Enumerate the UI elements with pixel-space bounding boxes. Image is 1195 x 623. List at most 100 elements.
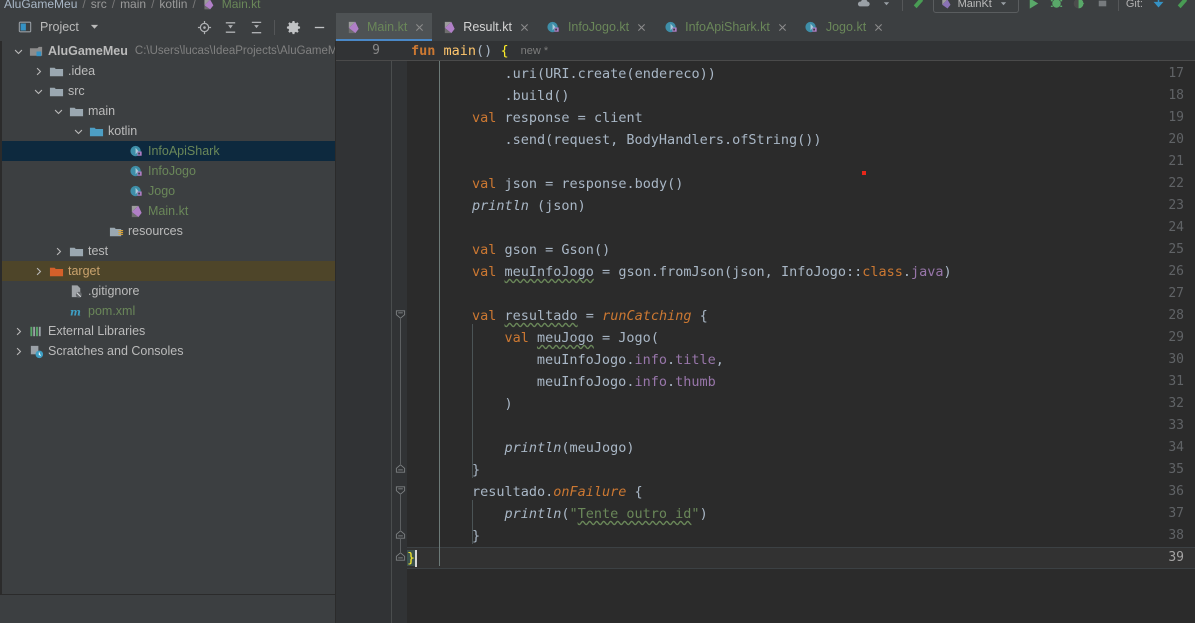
code-line[interactable]: .build() xyxy=(504,85,569,107)
tree-item-label: AluGameMeu xyxy=(48,44,128,58)
git-label: Git: xyxy=(1125,0,1143,10)
editor-tab-jogo-kt[interactable]: Jogo.kt xyxy=(795,13,891,41)
error-stripe-marker[interactable] xyxy=(862,171,866,175)
chevron-right-icon[interactable] xyxy=(33,66,44,77)
tree-item-label: .gitignore xyxy=(88,284,140,298)
chevron-down-icon[interactable] xyxy=(73,126,84,137)
code-line[interactable]: val meuJogo = Jogo( xyxy=(504,327,659,349)
editor-tab-infoapishark-kt[interactable]: InfoApiShark.kt xyxy=(654,13,795,41)
tree-item-jogo[interactable]: Jogo xyxy=(0,181,335,201)
tree-item-gitignore[interactable]: .gitignore xyxy=(0,281,335,301)
tree-item-pom-xml[interactable]: m pom.xml xyxy=(0,301,335,321)
tree-item-infojogo[interactable]: InfoJogo xyxy=(0,161,335,181)
run-config-icon xyxy=(938,0,954,12)
code-line[interactable]: } xyxy=(472,525,480,547)
sticky-scroll-header[interactable]: 9 fun main() { new * xyxy=(336,41,1195,61)
code-line[interactable]: .uri(URI.create(endereco)) xyxy=(504,63,715,85)
breadcrumb[interactable]: AluGameMeu / src / main / kotlin / Main.… xyxy=(4,0,260,12)
close-icon[interactable] xyxy=(874,21,883,34)
tree-item-idea[interactable]: .idea xyxy=(0,61,335,81)
code-line[interactable]: meuInfoJogo.info.title, xyxy=(537,349,724,371)
tree-item-infoapishark[interactable]: InfoApiShark xyxy=(0,141,335,161)
tree-item-main[interactable]: main xyxy=(0,101,335,121)
code-line[interactable]: ) xyxy=(504,393,512,415)
close-icon[interactable] xyxy=(520,21,529,34)
close-icon[interactable] xyxy=(415,21,424,34)
fold-marker-strip[interactable] xyxy=(392,60,407,623)
chevron-down-icon[interactable] xyxy=(33,86,44,97)
sticky-line-code: fun main() { xyxy=(411,42,509,59)
collapse-all-icon[interactable] xyxy=(248,19,264,35)
close-icon[interactable] xyxy=(778,21,787,34)
breadcrumb-segment-project[interactable]: AluGameMeu xyxy=(4,0,77,11)
breadcrumb-segment-src[interactable]: src xyxy=(91,0,107,11)
code-line[interactable]: } xyxy=(407,547,416,569)
tree-item-external-libraries[interactable]: External Libraries xyxy=(0,321,335,341)
editor-gutter[interactable] xyxy=(336,60,391,623)
code-line[interactable]: val gson = Gson() xyxy=(472,239,610,261)
code-line[interactable]: println(meuJogo) xyxy=(504,437,634,459)
debug-icon[interactable] xyxy=(1049,0,1065,12)
run-with-coverage-icon[interactable] xyxy=(1072,0,1088,12)
breadcrumb-segment-file[interactable]: Main.kt xyxy=(222,0,261,11)
breadcrumb-segment-kotlin[interactable]: kotlin xyxy=(159,0,187,11)
scroll-from-source-icon[interactable] xyxy=(196,19,212,35)
run-configuration-selector[interactable]: MainKt xyxy=(932,0,1019,13)
fold-region-guide xyxy=(399,318,401,464)
fold-expanded-icon[interactable] xyxy=(395,484,406,495)
code-line[interactable]: meuInfoJogo.info.thumb xyxy=(537,371,716,393)
code-content[interactable]: .uri(URI.create(endereco)) .build() val re… xyxy=(407,60,1195,623)
tree-item-alugamemeu[interactable]: AluGameMeu C:\Users\lucas\IdeaProjects\Al… xyxy=(0,41,335,61)
git-update-icon[interactable] xyxy=(1150,0,1166,12)
editor-tab-main-kt[interactable]: Main.kt xyxy=(336,13,433,41)
chevron-right-icon[interactable] xyxy=(53,246,64,257)
breadcrumb-segment-main[interactable]: main xyxy=(120,0,146,11)
tree-item-target[interactable]: target xyxy=(0,261,335,281)
tree-item-test[interactable]: test xyxy=(0,241,335,261)
git-commit-icon[interactable] xyxy=(1173,0,1189,12)
editor-tab-infojogo-kt[interactable]: InfoJogo.kt xyxy=(537,13,654,41)
tree-item-kotlin[interactable]: kotlin xyxy=(0,121,335,141)
tree-item-scratches-and-consoles[interactable]: Scratches and Consoles xyxy=(0,341,335,361)
code-line[interactable]: val resultado = runCatching { xyxy=(472,305,708,327)
chevron-right-icon[interactable] xyxy=(13,346,24,357)
editor-tab-bar[interactable]: Main.kt Result.kt InfoJogo.kt InfoApiShark.… xyxy=(336,13,1195,41)
code-line[interactable]: val response = client xyxy=(472,107,643,129)
breadcrumb-separator: / xyxy=(111,0,116,11)
tree-item-label: resources xyxy=(128,224,183,238)
tree-item-label: Scratches and Consoles xyxy=(48,344,184,358)
chevron-right-icon[interactable] xyxy=(13,326,24,337)
project-tree[interactable]: AluGameMeu C:\Users\lucas\IdeaProjects\Al… xyxy=(0,41,336,594)
code-line[interactable]: .send(request, BodyHandlers.ofString()) xyxy=(504,129,821,151)
tree-item-src[interactable]: src xyxy=(0,81,335,101)
code-line[interactable]: println("Tente outro id") xyxy=(504,503,707,525)
caret-down-icon[interactable] xyxy=(879,0,895,12)
chevron-down-icon[interactable] xyxy=(90,22,99,33)
chevron-down-icon[interactable] xyxy=(13,46,24,57)
tree-item-resources[interactable]: resources xyxy=(0,221,335,241)
code-line[interactable]: resultado.onFailure { xyxy=(472,481,643,503)
chevron-right-icon[interactable] xyxy=(33,266,44,277)
tree-item-path: C:\Users\lucas\IdeaProjects\AluGameM xyxy=(134,45,336,57)
code-line[interactable]: val meuInfoJogo = gson.fromJson(json, In… xyxy=(472,261,952,283)
tree-item-main-kt[interactable]: Main.kt xyxy=(0,201,335,221)
fold-expanded-icon[interactable] xyxy=(395,308,406,319)
code-line[interactable]: val json = response.body() xyxy=(472,173,683,195)
tree-item-label: Main.kt xyxy=(148,204,189,218)
build-hammer-icon[interactable] xyxy=(910,0,926,12)
expand-all-icon[interactable] xyxy=(222,19,238,35)
gear-icon[interactable] xyxy=(285,19,301,35)
code-line[interactable]: println (json) xyxy=(472,195,586,217)
run-icon[interactable] xyxy=(1026,0,1042,12)
module-icon xyxy=(28,43,44,59)
stop-icon[interactable] xyxy=(1095,0,1111,12)
code-editor[interactable]: 9 fun main() { new * 17 18 19 20 21 22 23 24 25 2… xyxy=(336,41,1195,623)
close-icon[interactable] xyxy=(637,21,646,34)
hide-icon[interactable] xyxy=(311,19,327,35)
chevron-down-icon[interactable] xyxy=(53,106,64,117)
code-line[interactable]: } xyxy=(472,459,480,481)
cloud-sync-icon[interactable] xyxy=(856,0,872,12)
editor-tab-result-kt[interactable]: Result.kt xyxy=(432,13,537,41)
project-tool-window-title[interactable]: Project xyxy=(17,19,99,35)
chevron-down-icon xyxy=(996,0,1012,12)
